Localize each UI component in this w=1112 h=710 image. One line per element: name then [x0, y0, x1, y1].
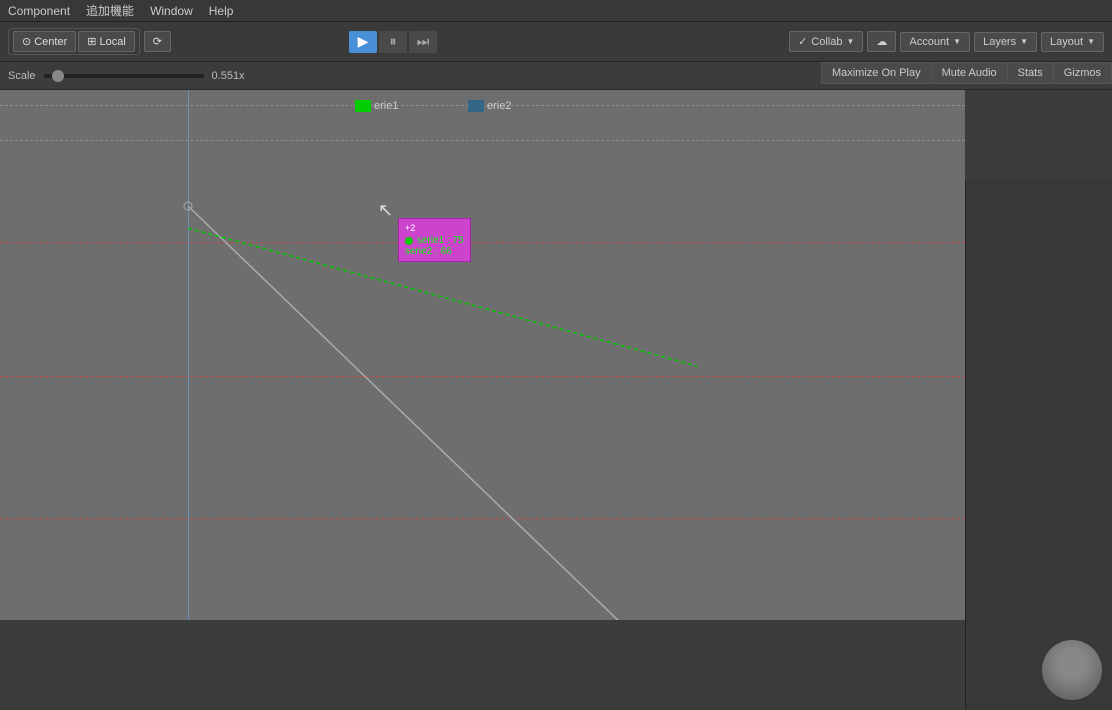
step-icon: ⏭	[417, 33, 430, 50]
local-button[interactable]: ⊞ Local	[78, 31, 135, 52]
avatar-circle	[1042, 640, 1102, 700]
account-dropdown-arrow: ▼	[953, 37, 961, 46]
scale-slider[interactable]	[44, 74, 204, 78]
tooltip-serie1-value: serie1 : 75	[417, 235, 464, 246]
h-red-line-2	[0, 376, 965, 377]
pause-button[interactable]: ⏸	[379, 31, 407, 53]
cloud-icon: ☁	[876, 35, 887, 48]
menu-help[interactable]: Help	[209, 4, 234, 18]
tooltip-line2-container: serie2 : 66	[405, 246, 464, 257]
scale-label: Scale	[8, 70, 36, 82]
serie1-label: erie1	[374, 100, 398, 112]
avatar-image	[1042, 640, 1102, 700]
center-button[interactable]: ⊙ Center	[13, 31, 76, 52]
menu-bar: Component 追加機能 Window Help	[0, 0, 1112, 22]
scale-value: 0.551x	[212, 70, 245, 82]
serie2-label: erie2	[487, 100, 511, 112]
layers-dropdown-arrow: ▼	[1020, 37, 1028, 46]
legend-serie1: erie1	[355, 100, 398, 112]
account-button[interactable]: Account ▼	[900, 32, 970, 52]
serie2-color-box	[468, 100, 484, 112]
serie1-color-box	[355, 100, 371, 112]
collab-dropdown-arrow: ▼	[846, 37, 854, 46]
transform-group: ⊙ Center ⊞ Local	[8, 28, 140, 55]
tooltip-line1-container: serie1 : 75	[405, 235, 464, 246]
diagonal-lines-svg	[0, 90, 965, 620]
content-area: erie1 erie2 +2 serie1 : 75 serie2 : 66 ↖	[0, 90, 1112, 619]
gizmos-button[interactable]: Gizmos	[1053, 62, 1112, 84]
menu-window[interactable]: Window	[150, 4, 193, 18]
stats-button[interactable]: Stats	[1007, 62, 1053, 84]
layers-button[interactable]: Layers ▼	[974, 32, 1037, 52]
menu-component[interactable]: Component	[8, 4, 70, 18]
main-viewport: erie1 erie2 +2 serie1 : 75 serie2 : 66 ↖	[0, 90, 965, 620]
layout-dropdown-arrow: ▼	[1087, 37, 1095, 46]
tooltip: +2 serie1 : 75 serie2 : 66	[398, 218, 471, 262]
menu-features[interactable]: 追加機能	[86, 2, 134, 19]
collab-button[interactable]: ✓ Collab ▼	[789, 31, 863, 52]
h-red-line-3	[0, 518, 965, 519]
v-blue-line	[188, 90, 189, 620]
cursor-indicator: ↖	[378, 200, 393, 221]
legend-serie2: erie2	[468, 100, 511, 112]
toolbar-right: ✓ Collab ▼ ☁ Account ▼ Layers ▼ Layout ▼	[789, 31, 1104, 52]
maximize-on-play-button[interactable]: Maximize On Play	[821, 62, 931, 84]
pause-icon: ⏸	[390, 33, 397, 50]
tooltip-dot	[405, 237, 413, 245]
play-icon: ▶	[358, 33, 369, 50]
mute-audio-button[interactable]: Mute Audio	[931, 62, 1007, 84]
collab-check-icon: ✓	[798, 35, 807, 48]
step-button[interactable]: ⏭	[409, 31, 437, 53]
layout-button[interactable]: Layout ▼	[1041, 32, 1104, 52]
transform-icon: ⟳	[153, 35, 162, 48]
scale-thumb[interactable]	[52, 70, 64, 82]
right-panel	[965, 180, 1112, 710]
gray-diagonal-line	[188, 206, 680, 620]
toolbar: ⊙ Center ⊞ Local ⟳ ▶ ⏸ ⏭ ✓ Collab ▼ ☁	[0, 22, 1112, 62]
play-button[interactable]: ▶	[349, 31, 377, 53]
local-icon: ⊞	[87, 35, 96, 48]
tooltip-header: +2	[405, 223, 464, 233]
h-grid-line-2	[0, 140, 965, 141]
action-bar: Maximize On Play Mute Audio Stats Gizmos	[821, 62, 1112, 84]
tooltip-serie2-value: serie2 : 66	[405, 246, 452, 257]
cloud-button[interactable]: ☁	[867, 31, 896, 52]
transform-button[interactable]: ⟳	[144, 31, 171, 52]
h-red-line-1	[0, 242, 965, 243]
play-controls: ▶ ⏸ ⏭	[349, 31, 437, 53]
pivot-icon: ⊙	[22, 35, 31, 48]
